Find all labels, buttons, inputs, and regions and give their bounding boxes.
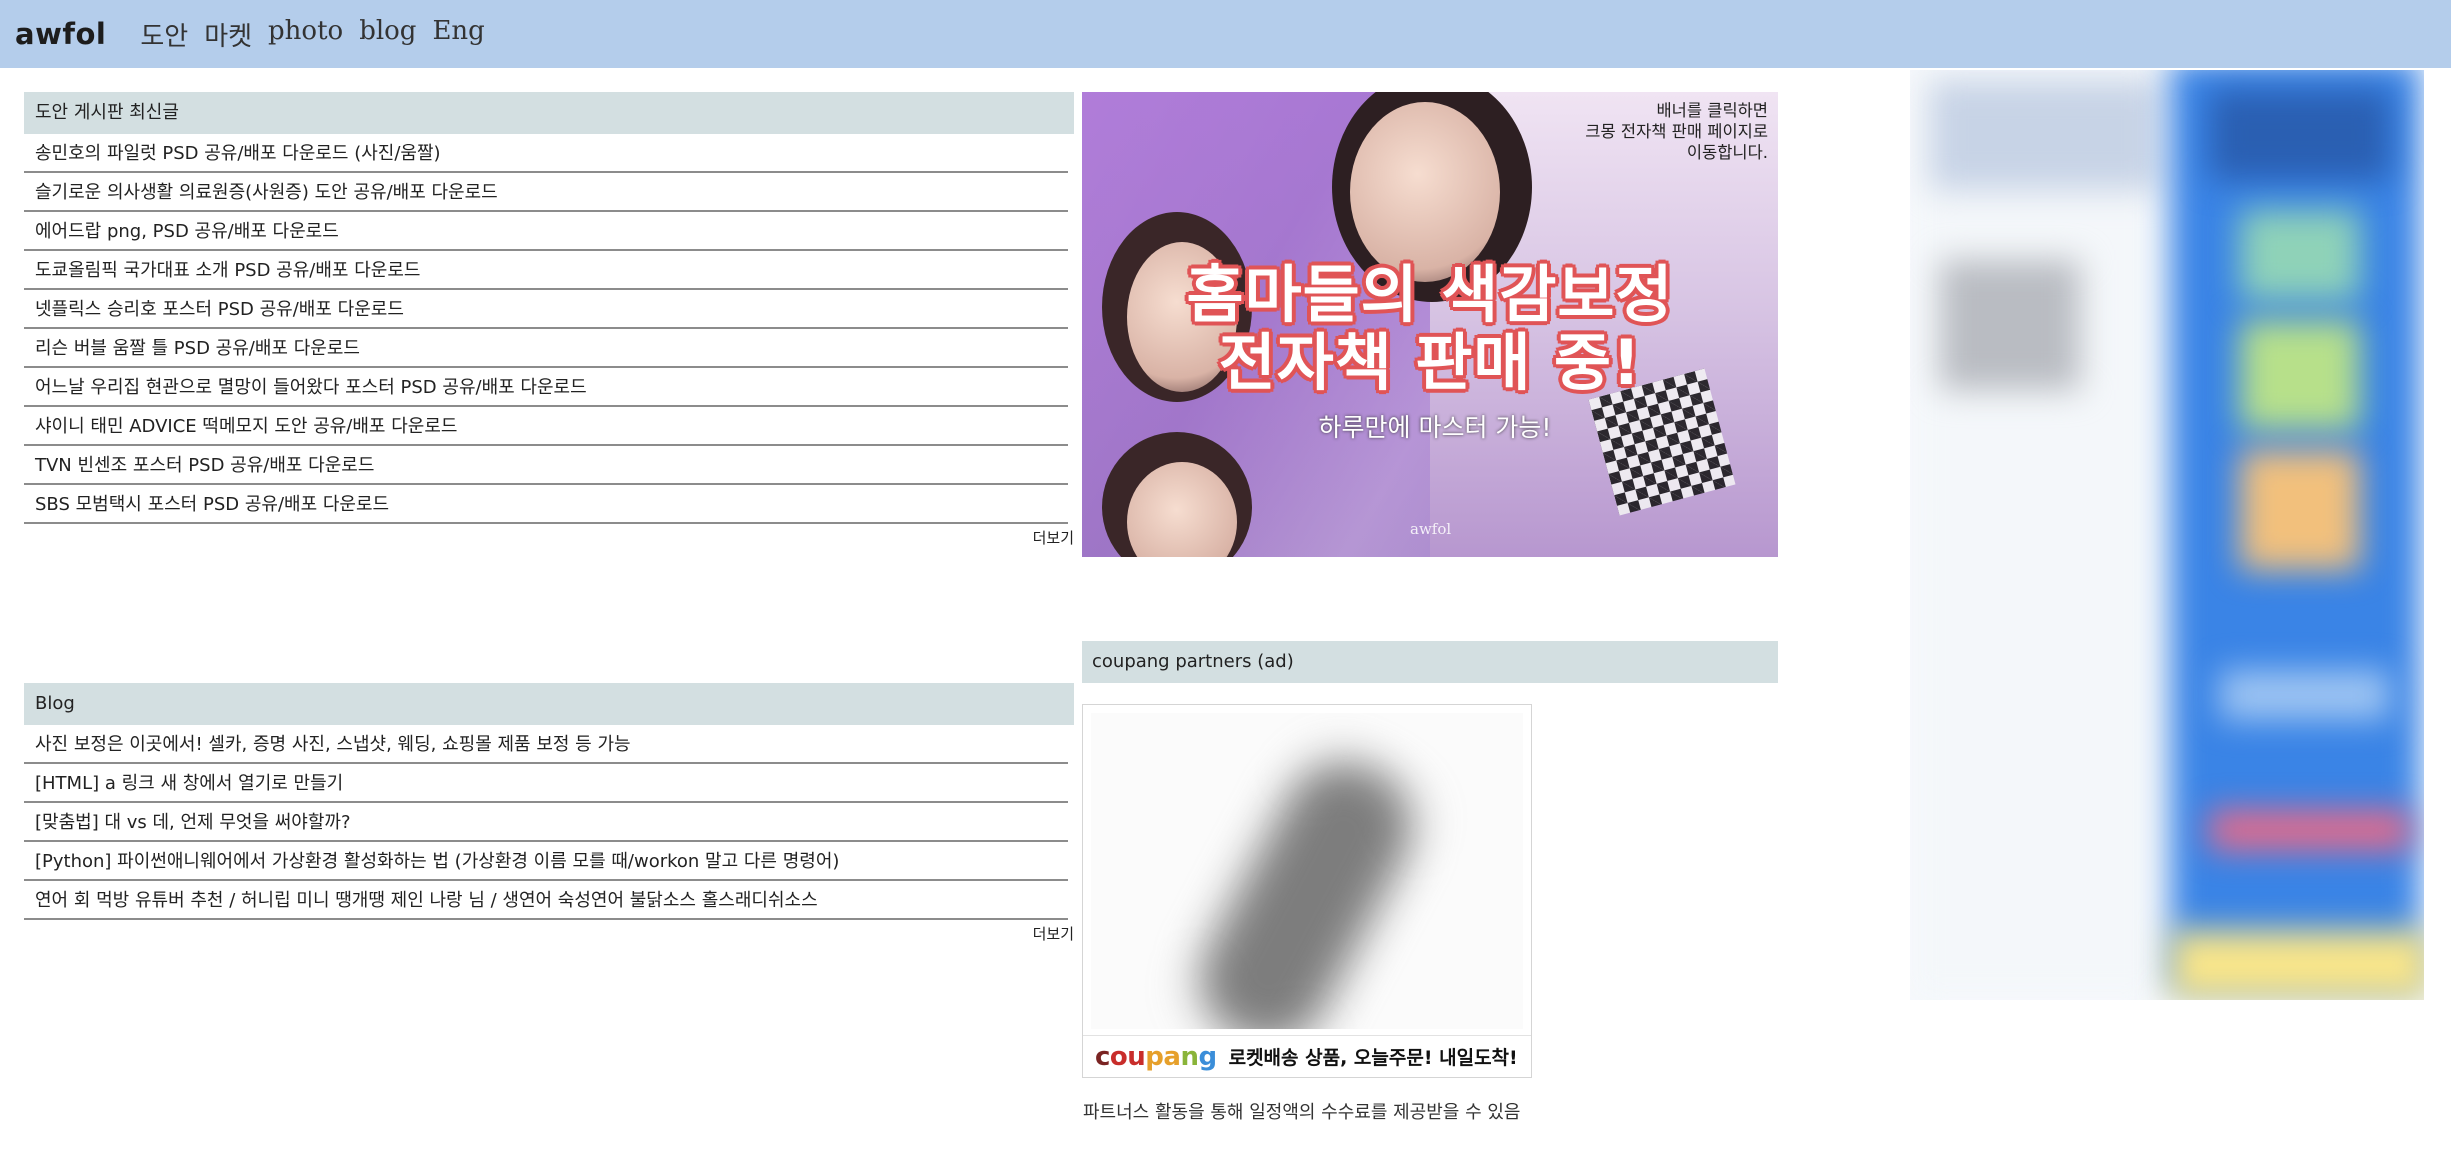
- blog-board-panel: Blog 사진 보정은 이곳에서! 셀카, 증명 사진, 스냅샷, 웨딩, 쇼핑…: [24, 683, 1074, 944]
- nav-link-market[interactable]: 마켓: [204, 16, 252, 53]
- side-ad-left-panel: [1910, 70, 2160, 1000]
- side-ad-product-1: [2240, 210, 2360, 300]
- nav-link-blog[interactable]: blog: [359, 16, 416, 53]
- coupang-ad-footer: coupang 로켓배송 상품, 오늘주문! 내일도착!: [1083, 1035, 1531, 1077]
- coupang-logo: coupang: [1095, 1041, 1217, 1072]
- doan-board-title: 도안 게시판 최신글: [24, 92, 1074, 134]
- side-ad-info-box: [2220, 670, 2390, 720]
- doan-post-link[interactable]: 샤이니 태민 ADVICE 떡메모지 도안 공유/배포 다운로드: [24, 407, 1068, 446]
- side-ad-cta-button: [2210, 810, 2410, 850]
- blog-post-link[interactable]: 연어 회 먹방 유튜버 추천 / 허니립 미니 땡개땡 제인 나랑 님 / 생연…: [24, 881, 1068, 920]
- site-logo[interactable]: awfol: [15, 17, 106, 51]
- blog-board-title: Blog: [24, 683, 1074, 725]
- side-advertisement[interactable]: [1910, 70, 2424, 1000]
- blog-more-link[interactable]: 더보기: [24, 920, 1074, 944]
- doan-post-link[interactable]: 슬기로운 의사생활 의료원증(사원증) 도안 공유/배포 다운로드: [24, 173, 1068, 212]
- doan-post-link[interactable]: 넷플릭스 승리호 포스터 PSD 공유/배포 다운로드: [24, 290, 1068, 329]
- top-navigation-bar: awfol 도안 마켓 photo blog Eng: [0, 0, 2451, 68]
- blog-post-link[interactable]: 사진 보정은 이곳에서! 셀카, 증명 사진, 스냅샷, 웨딩, 쇼핑몰 제품 …: [24, 725, 1068, 764]
- banner-click-note: 배너를 클릭하면 크몽 전자책 판매 페이지로 이동합니다.: [1585, 100, 1768, 163]
- banner-watermark: awfol: [1410, 520, 1452, 538]
- banner-note-line: 크몽 전자책 판매 페이지로: [1585, 122, 1768, 141]
- doan-post-link[interactable]: 어느날 우리집 현관으로 멸망이 들어왔다 포스터 PSD 공유/배포 다운로드: [24, 368, 1068, 407]
- doan-post-link[interactable]: TVN 빈센조 포스터 PSD 공유/배포 다운로드: [24, 446, 1068, 485]
- side-ad-bottom-strip: [2170, 930, 2424, 1000]
- nav-link-doan[interactable]: 도안: [140, 16, 188, 53]
- banner-subline: 하루만에 마스터 가능!: [1318, 413, 1552, 442]
- doan-post-link[interactable]: 에어드랍 png, PSD 공유/배포 다운로드: [24, 212, 1068, 251]
- banner-note-line: 배너를 클릭하면: [1656, 101, 1768, 120]
- doan-post-link[interactable]: 송민호의 파일럿 PSD 공유/배포 다운로드 (사진/움짤): [24, 134, 1068, 173]
- side-ad-dark-block: [1940, 260, 2080, 390]
- blog-post-link[interactable]: [HTML] a 링크 새 창에서 열기로 만들기: [24, 764, 1068, 803]
- banner-headline-2: 전자책 판매 중!: [1218, 326, 1642, 399]
- doan-post-link[interactable]: 리슨 버블 움짤 틀 PSD 공유/배포 다운로드: [24, 329, 1068, 368]
- nav-link-english[interactable]: Eng: [432, 16, 484, 53]
- doan-post-link[interactable]: 도쿄올림픽 국가대표 소개 PSD 공유/배포 다운로드: [24, 251, 1068, 290]
- nav-link-photo[interactable]: photo: [268, 16, 343, 53]
- coupang-product-image[interactable]: [1091, 713, 1523, 1029]
- side-ad-product-3: [2240, 450, 2360, 570]
- blog-post-link[interactable]: [맞춤법] 대 vs 데, 언제 무엇을 써야할까?: [24, 803, 1068, 842]
- side-ad-product-2: [2240, 320, 2360, 430]
- banner-note-line: 이동합니다.: [1686, 143, 1768, 162]
- coupang-section-title: coupang partners (ad): [1082, 641, 1778, 683]
- side-ad-top-strip: [1930, 80, 2160, 190]
- coupang-ad-card[interactable]: coupang 로켓배송 상품, 오늘주문! 내일도착!: [1082, 704, 1532, 1078]
- blog-board-list: 사진 보정은 이곳에서! 셀카, 증명 사진, 스냅샷, 웨딩, 쇼핑몰 제품 …: [24, 725, 1074, 920]
- coupang-tagline: 로켓배송 상품, 오늘주문! 내일도착!: [1228, 1047, 1518, 1069]
- doan-board-list: 송민호의 파일럿 PSD 공유/배포 다운로드 (사진/움짤) 슬기로운 의사생…: [24, 134, 1074, 524]
- ebook-promo-banner[interactable]: 배너를 클릭하면 크몽 전자책 판매 페이지로 이동합니다. 홈마들의 색감보정…: [1082, 92, 1778, 557]
- coupang-disclosure-text: 파트너스 활동을 통해 일정액의 수수료를 제공받을 수 있음: [1083, 1102, 1521, 1123]
- side-ad-header-band: [2210, 90, 2390, 180]
- doan-board-panel: 도안 게시판 최신글 송민호의 파일럿 PSD 공유/배포 다운로드 (사진/움…: [24, 92, 1074, 548]
- blog-post-link[interactable]: [Python] 파이썬애니웨어에서 가상환경 활성화하는 법 (가상환경 이름…: [24, 842, 1068, 881]
- main-nav: 도안 마켓 photo blog Eng: [126, 16, 486, 53]
- doan-post-link[interactable]: SBS 모범택시 포스터 PSD 공유/배포 다운로드: [24, 485, 1068, 524]
- coupang-product-blurred-shape: [1178, 740, 1434, 1029]
- doan-more-link[interactable]: 더보기: [24, 524, 1074, 548]
